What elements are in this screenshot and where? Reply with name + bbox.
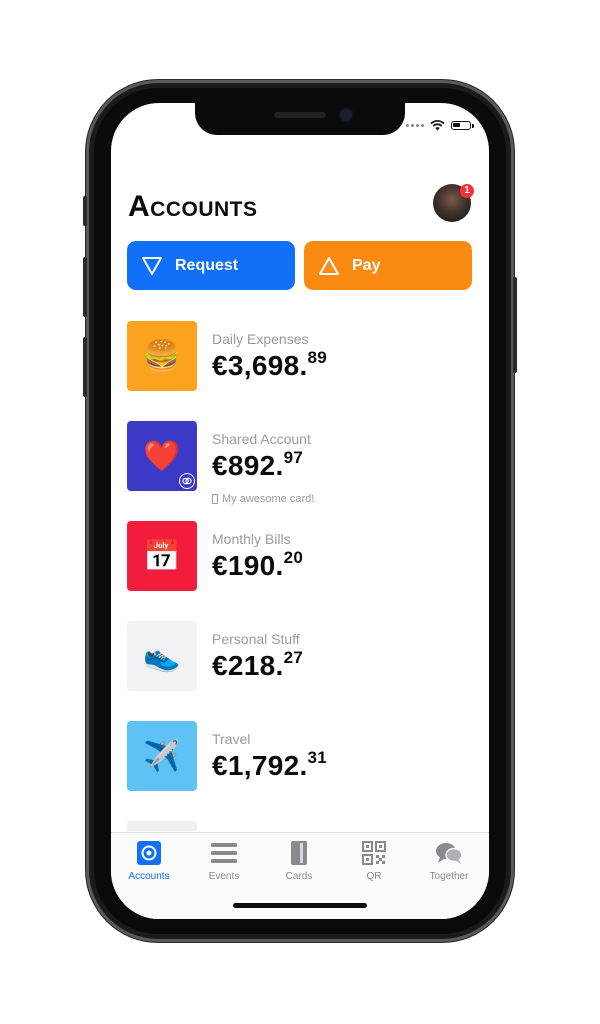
accounts-icon [137, 841, 161, 865]
airplane-icon: ✈️ [143, 739, 181, 773]
phone-screen: Accounts 1 Request Pay 🍔 Daily Expenses … [111, 103, 489, 919]
chat-bubbles-icon [436, 843, 463, 864]
pay-button[interactable]: Pay [304, 241, 472, 290]
account-balance: €1,792.31 [212, 748, 328, 782]
heart-icon: ❤️ [143, 439, 181, 473]
account-name: Personal Stuff [212, 631, 300, 647]
notch [195, 103, 405, 135]
card-icon [212, 494, 218, 504]
tab-accounts[interactable]: Accounts [117, 839, 181, 882]
calendar-icon: 📅 [143, 539, 181, 573]
tab-label: Accounts [128, 871, 170, 882]
tab-cards[interactable]: Cards [267, 839, 331, 882]
account-item-personal-stuff[interactable]: 👟 Personal Stuff €218.27 [127, 621, 477, 693]
balance-main: €3,698. [212, 350, 308, 381]
balance-cents: 20 [283, 548, 304, 567]
list-icon [211, 843, 237, 863]
account-name: Travel [212, 731, 251, 747]
tab-label: Together [429, 871, 469, 882]
account-item-shared-account[interactable]: ❤️ Shared Account €892.97 My awesome car… [127, 421, 477, 511]
signal-icon [406, 124, 424, 127]
account-icon-tile: 🍔 [127, 321, 197, 391]
account-item-daily-expenses[interactable]: 🍔 Daily Expenses €3,698.89 [127, 321, 477, 393]
account-name: Daily Expenses [212, 331, 309, 347]
power-button [513, 277, 517, 373]
linked-card: My awesome card! [212, 493, 314, 505]
balance-main: €218. [212, 650, 284, 681]
balance-main: €892. [212, 450, 284, 481]
page-title: Accounts [128, 190, 258, 223]
account-balance: €190.20 [212, 548, 304, 582]
earpiece-speaker [274, 112, 326, 118]
shared-icon [179, 473, 195, 489]
volume-down-button [83, 337, 87, 397]
request-label: Request [175, 256, 239, 274]
sneaker-icon: 👟 [143, 639, 181, 673]
account-balance: €892.97 [212, 448, 304, 482]
account-item-partial [127, 821, 197, 831]
balance-cents: 97 [283, 448, 304, 467]
balance-cents: 27 [283, 648, 304, 667]
account-balance: €3,698.89 [212, 348, 328, 382]
account-icon-tile: ✈️ [127, 721, 197, 791]
account-icon-tile: ❤️ [127, 421, 197, 491]
account-icon-tile: 👟 [127, 621, 197, 691]
triangle-down-icon [142, 256, 162, 275]
account-name: Monthly Bills [212, 531, 291, 547]
mute-switch [83, 196, 87, 226]
tab-label: QR [366, 871, 382, 882]
account-item-monthly-bills[interactable]: 📅 Monthly Bills €190.20 [127, 521, 477, 593]
notification-badge: 1 [460, 184, 474, 198]
tab-events[interactable]: Events [192, 839, 256, 882]
qr-icon [362, 841, 386, 865]
account-balance: €218.27 [212, 648, 304, 682]
wifi-icon [430, 120, 445, 131]
pay-label: Pay [352, 256, 381, 274]
home-indicator[interactable] [233, 903, 367, 908]
account-icon-tile: 📅 [127, 521, 197, 591]
tab-label: Events [208, 871, 240, 882]
hamburger-icon: 🍔 [143, 339, 181, 373]
balance-cents: 31 [307, 748, 328, 767]
balance-main: €190. [212, 550, 284, 581]
triangle-up-icon [319, 256, 339, 275]
battery-icon [451, 121, 474, 130]
account-item-travel[interactable]: ✈️ Travel €1,792.31 [127, 721, 477, 793]
request-button[interactable]: Request [127, 241, 295, 290]
account-name: Shared Account [212, 431, 311, 447]
balance-cents: 89 [307, 348, 328, 367]
tab-label: Cards [285, 871, 313, 882]
status-bar [406, 120, 474, 131]
front-camera [340, 109, 352, 121]
card-label: My awesome card! [222, 493, 315, 505]
tab-together[interactable]: Together [417, 839, 481, 882]
card-icon [291, 841, 307, 865]
tab-qr[interactable]: QR [342, 839, 406, 882]
balance-main: €1,792. [212, 750, 308, 781]
tab-bar: Accounts Events Cards QR Together [111, 832, 489, 919]
volume-up-button [83, 257, 87, 317]
